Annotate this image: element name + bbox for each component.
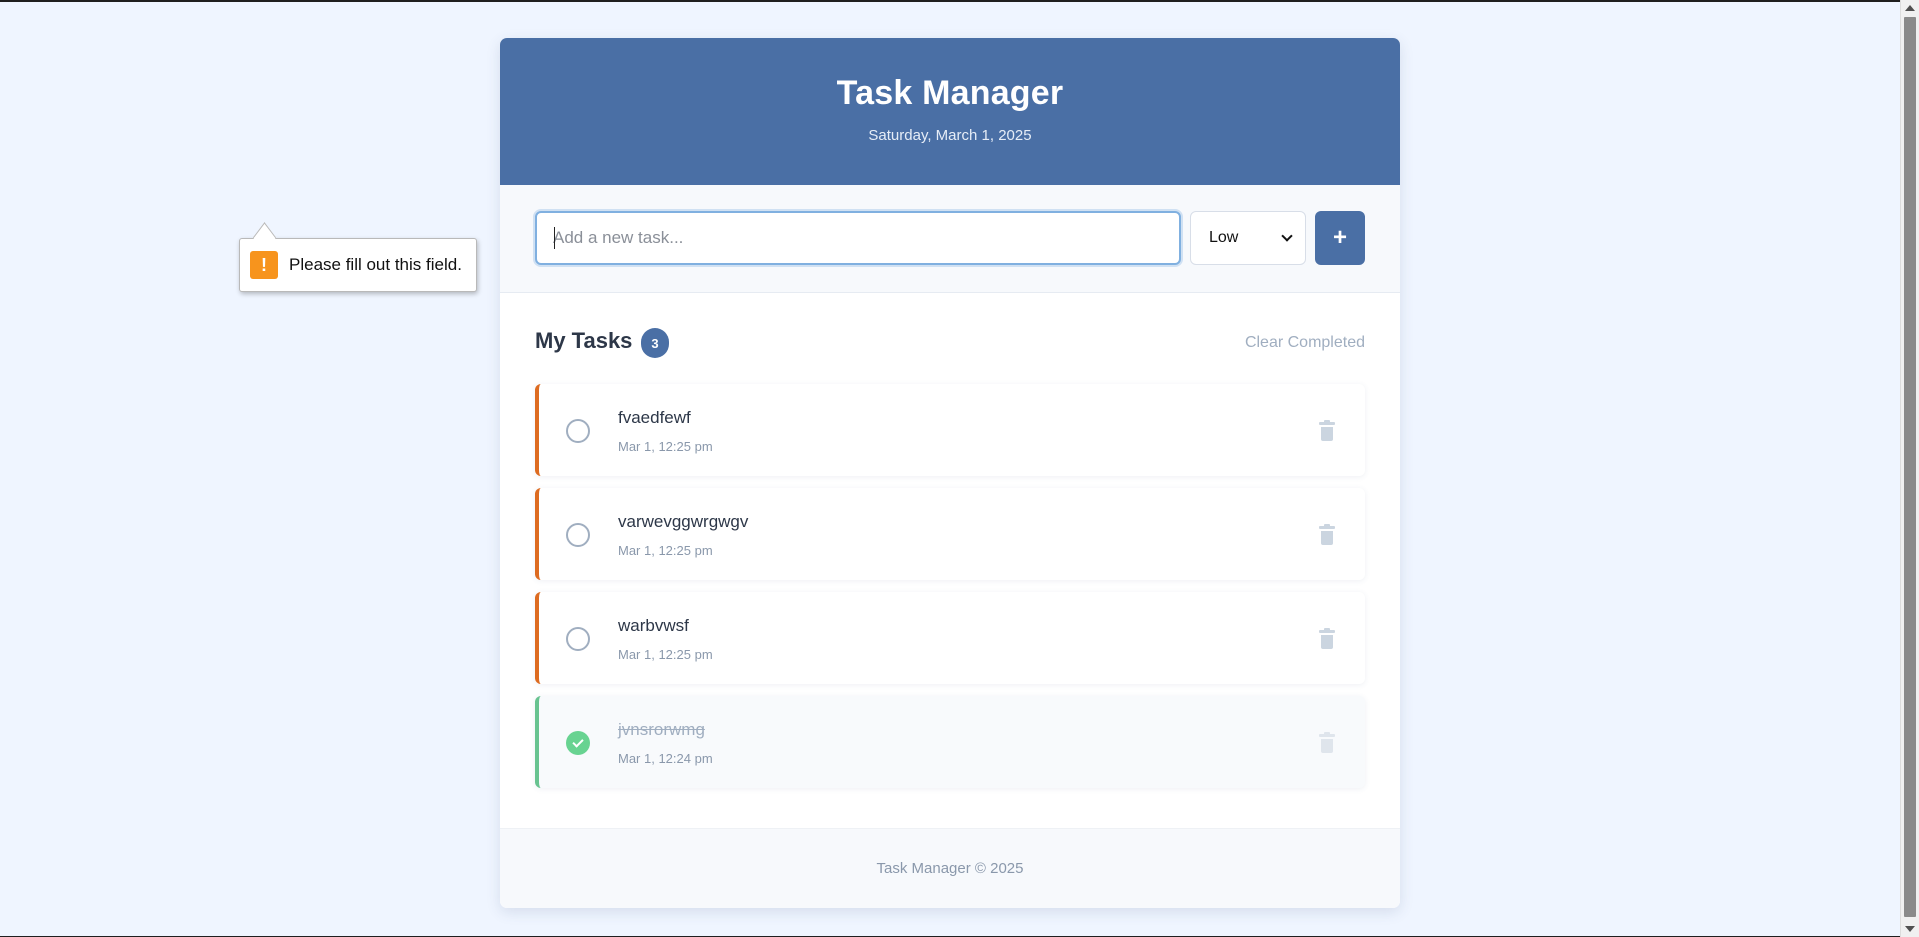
task-item: warbvwsf Mar 1, 12:25 pm [535,592,1365,684]
chevron-down-icon [1281,229,1293,242]
task-timestamp: Mar 1, 12:25 pm [618,439,713,454]
app-title: Task Manager [836,74,1064,112]
task-text: varwevggwrgwgv [618,512,749,531]
trash-icon[interactable] [1319,420,1335,441]
task-complete-checkbox[interactable] [566,419,590,443]
task-complete-checkbox[interactable] [566,523,590,547]
task-timestamp: Mar 1, 12:24 pm [618,751,713,766]
trash-icon[interactable] [1319,628,1335,649]
task-item: varwevggwrgwgv Mar 1, 12:25 pm [535,488,1365,580]
tasks-section-title: My Tasks [535,328,633,353]
task-complete-checkbox[interactable] [566,627,590,651]
trash-icon[interactable] [1319,524,1335,545]
task-text: warbvwsf [618,616,689,635]
priority-selected-value: Low [1209,229,1239,246]
task-text: jvnsrorwmg [618,720,705,739]
task-text: fvaedfewf [618,408,691,427]
task-list: fvaedfewf Mar 1, 12:25 pm varwevggwrgwgv… [535,384,1365,800]
checkmark-icon [572,735,584,748]
add-task-bar: Low + [500,185,1400,293]
current-date: Saturday, March 1, 2025 [868,127,1032,144]
validation-message: Please fill out this field. [289,255,462,274]
tasks-section-header: My Tasks 3 Clear Completed [535,326,1365,366]
app-header: Task Manager Saturday, March 1, 2025 [500,38,1400,185]
clear-completed-button[interactable]: Clear Completed [1245,334,1365,352]
scroll-down-arrow-icon[interactable] [1905,926,1915,932]
text-caret [554,227,555,249]
task-item-completed: jvnsrorwmg Mar 1, 12:24 pm [535,696,1365,788]
trash-icon[interactable] [1319,732,1335,753]
scroll-up-arrow-icon[interactable] [1905,5,1915,11]
add-task-button[interactable]: + [1315,211,1365,265]
task-complete-checkbox[interactable] [566,731,590,755]
validation-tooltip: ! Please fill out this field. [239,238,477,292]
warning-icon: ! [250,251,278,279]
task-item: fvaedfewf Mar 1, 12:25 pm [535,384,1365,476]
task-timestamp: Mar 1, 12:25 pm [618,647,713,662]
scrollbar-thumb[interactable] [1904,17,1916,917]
new-task-input[interactable] [535,211,1181,265]
app-footer: Task Manager © 2025 [500,828,1400,908]
priority-select[interactable]: Low [1190,211,1306,265]
task-count-badge: 3 [641,328,669,358]
page-scrollbar[interactable] [1900,0,1919,937]
window-top-border [0,0,1900,2]
task-timestamp: Mar 1, 12:25 pm [618,543,713,558]
